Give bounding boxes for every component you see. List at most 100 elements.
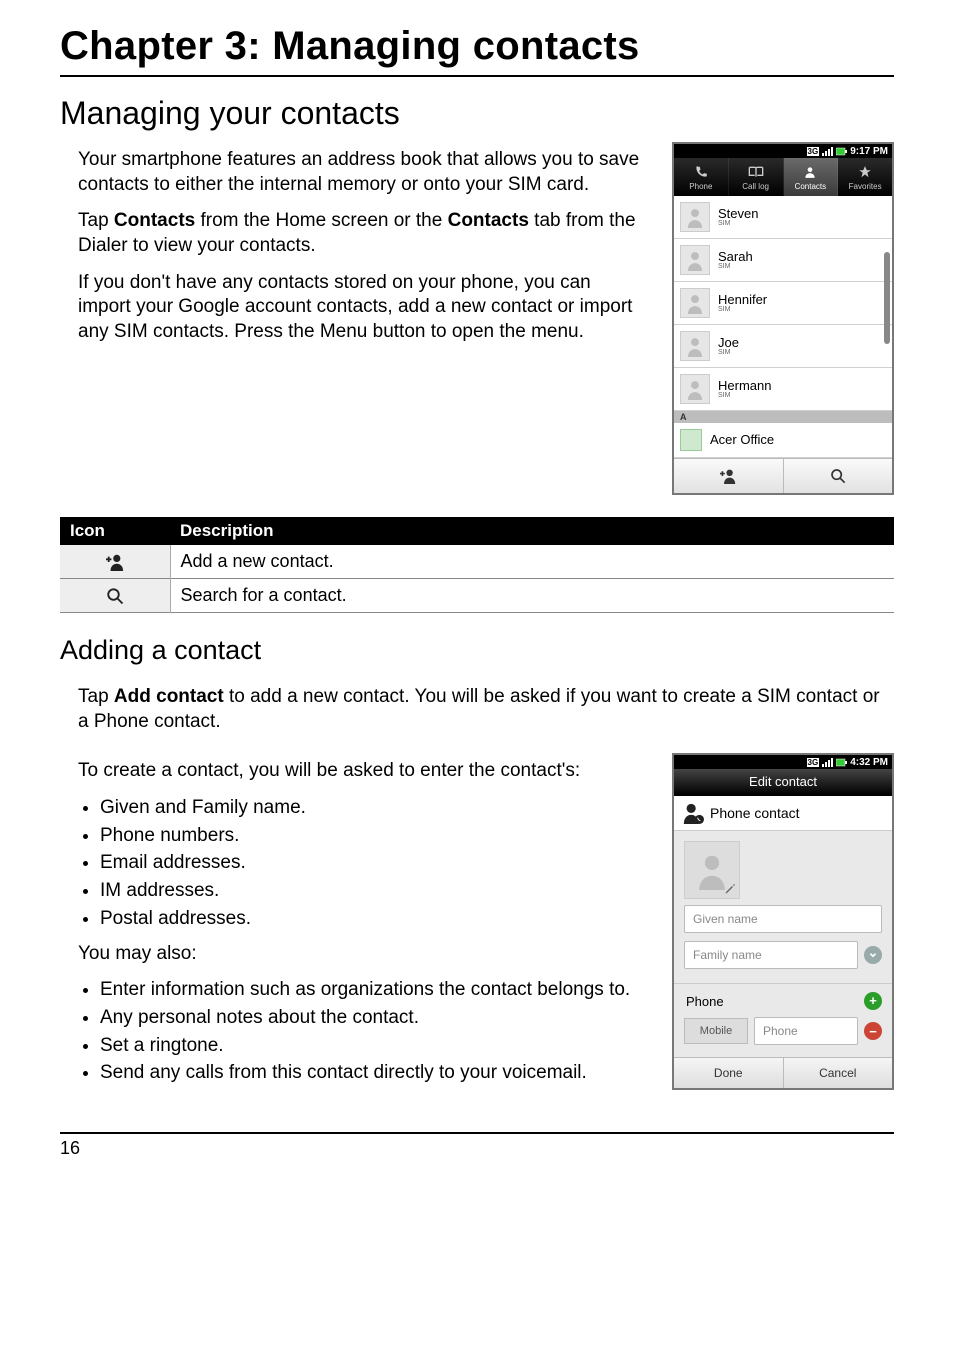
contact-type-label: Phone contact: [710, 805, 800, 821]
divider: [60, 75, 894, 77]
pencil-icon: [723, 882, 737, 896]
contact-name: Acer Office: [710, 433, 774, 447]
screenshot-contacts: 3G 9:17 PM Phone: [672, 142, 894, 495]
tab-phone[interactable]: Phone: [674, 158, 729, 196]
table-cell: Search for a contact.: [170, 579, 894, 613]
list-item: IM addresses.: [100, 879, 648, 904]
list-item[interactable]: Hermann SIM: [674, 368, 892, 411]
phone-type-selector[interactable]: Mobile: [684, 1018, 748, 1044]
3g-icon: 3G: [807, 758, 820, 767]
screenshot-edit-contact: 3G 4:32 PM Edit contact: [672, 753, 894, 1090]
3g-icon: 3G: [807, 147, 820, 156]
tab-label: Favorites: [849, 182, 882, 191]
chevron-down-icon: [868, 950, 878, 960]
subsection-title: Adding a contact: [60, 635, 894, 666]
contact-location: SIM: [718, 392, 771, 399]
status-bar: 3G 9:17 PM: [674, 144, 892, 158]
list-item: Enter information such as organizations …: [100, 978, 648, 1003]
paragraph: If you don't have any contacts stored on…: [78, 271, 648, 345]
text: from the Home screen or the: [195, 210, 447, 231]
add-person-icon: [718, 468, 738, 484]
contact-name: Hennifer: [718, 293, 767, 307]
list-item: Email addresses.: [100, 851, 648, 876]
given-name-field[interactable]: Given name: [684, 905, 882, 933]
table-header: Icon: [60, 517, 170, 545]
phone-section-label: Phone: [684, 988, 858, 1013]
status-time: 9:17 PM: [850, 146, 888, 157]
contact-location: SIM: [718, 263, 753, 270]
star-icon: [858, 164, 872, 180]
page-number: 16: [60, 1138, 894, 1159]
add-contact-button[interactable]: [674, 459, 784, 493]
icon-description-table: Icon Description Add a new contact.: [60, 517, 894, 613]
contact-location: SIM: [718, 220, 758, 227]
text-bold: Contacts: [448, 210, 529, 231]
list-item: Set a ringtone.: [100, 1034, 648, 1059]
list-item[interactable]: Joe SIM: [674, 325, 892, 368]
expand-name-button[interactable]: [864, 946, 882, 964]
list-item[interactable]: Sarah SIM: [674, 239, 892, 282]
signal-icon: [822, 758, 833, 767]
status-time: 4:32 PM: [850, 757, 888, 768]
battery-icon: [836, 758, 847, 767]
search-button[interactable]: [784, 459, 893, 493]
scrollbar[interactable]: [884, 252, 890, 344]
text: Tap: [78, 686, 114, 707]
phone-number-field[interactable]: Phone: [754, 1017, 858, 1045]
contact-location: SIM: [718, 306, 767, 313]
family-name-field[interactable]: Family name: [684, 941, 858, 969]
add-phone-button[interactable]: +: [864, 992, 882, 1010]
phone-icon: [694, 164, 708, 180]
avatar-picker[interactable]: [684, 841, 740, 899]
search-icon: [830, 468, 846, 484]
avatar: [680, 374, 710, 404]
contact-type-row[interactable]: Phone contact: [674, 796, 892, 831]
list-item[interactable]: Acer Office: [674, 423, 892, 458]
paragraph: You may also:: [78, 942, 648, 967]
tab-favorites[interactable]: Favorites: [838, 158, 892, 196]
list-item: Phone numbers.: [100, 824, 648, 849]
paragraph: Tap Contacts from the Home screen or the…: [78, 209, 648, 258]
status-bar: 3G 4:32 PM: [674, 755, 892, 769]
paragraph: To create a contact, you will be asked t…: [78, 759, 648, 784]
person-phone-icon: [682, 802, 704, 824]
person-icon: [803, 164, 817, 180]
tab-label: Phone: [689, 182, 712, 191]
tab-call-log[interactable]: Call log: [729, 158, 784, 196]
avatar: [680, 288, 710, 318]
list-item: Send any calls from this contact directl…: [100, 1061, 648, 1086]
paragraph: Your smartphone features an address book…: [78, 148, 648, 197]
section-header: A: [674, 411, 892, 423]
table-row: Search for a contact.: [60, 579, 894, 613]
list-item[interactable]: Hennifer SIM: [674, 282, 892, 325]
battery-icon: [836, 147, 847, 156]
search-icon: [106, 587, 124, 605]
table-row: Add a new contact.: [60, 545, 894, 579]
tab-contacts[interactable]: Contacts: [784, 158, 839, 196]
contact-name: Joe: [718, 336, 739, 350]
table-header: Description: [170, 517, 894, 545]
avatar: [680, 331, 710, 361]
done-button[interactable]: Done: [674, 1058, 784, 1088]
group-icon: [680, 429, 702, 451]
list-item: Any personal notes about the contact.: [100, 1006, 648, 1031]
signal-icon: [822, 147, 833, 156]
list-item: Given and Family name.: [100, 796, 648, 821]
chapter-title: Chapter 3: Managing contacts: [60, 24, 894, 69]
bullet-list: Enter information such as organizations …: [100, 978, 648, 1086]
text: Tap: [78, 210, 114, 231]
book-icon: [748, 164, 764, 180]
remove-phone-button[interactable]: −: [864, 1022, 882, 1040]
table-cell: Add a new contact.: [170, 545, 894, 579]
tab-label: Call log: [742, 182, 769, 191]
avatar: [680, 202, 710, 232]
cancel-button[interactable]: Cancel: [784, 1058, 893, 1088]
avatar: [680, 245, 710, 275]
list-item: Postal addresses.: [100, 907, 648, 932]
text-bold: Contacts: [114, 210, 195, 231]
footer-buttons: Done Cancel: [674, 1057, 892, 1088]
contact-list: Steven SIM Sarah SIM: [674, 196, 892, 458]
list-item[interactable]: Steven SIM: [674, 196, 892, 239]
text-bold: Add contact: [114, 686, 224, 707]
section-title: Managing your contacts: [60, 95, 894, 132]
